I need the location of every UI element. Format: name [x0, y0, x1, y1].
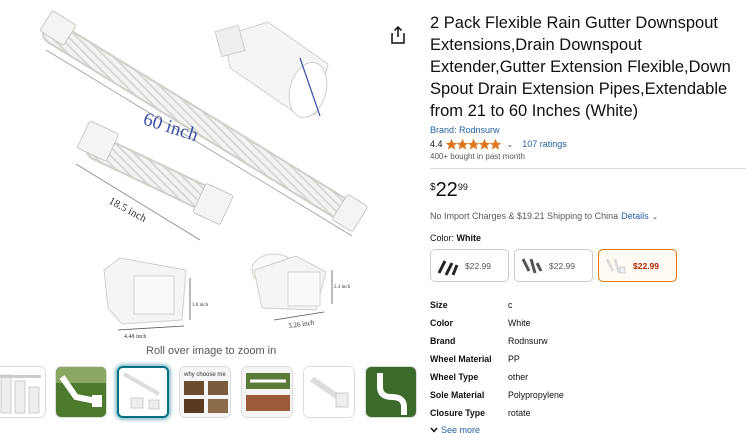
spec-row: Brand Rodnsurw [430, 332, 750, 350]
shipping-info: No Import Charges & $19.21 Shipping to C… [430, 211, 750, 221]
thumbnail-4-caption: why choose me [183, 372, 226, 378]
swatch-option-3-selected[interactable]: $22.99 [598, 249, 677, 282]
chevron-down-icon[interactable]: ⌄ [652, 212, 659, 221]
star-rating-icon[interactable] [445, 138, 502, 150]
thumbnail-strip: why choose me [0, 366, 420, 422]
share-icon[interactable] [390, 26, 406, 44]
width-label-2: 3.26 inch [288, 318, 315, 330]
height-label-1: 3.6 inch [192, 303, 209, 308]
swatch-option-1[interactable]: $22.99 [430, 249, 509, 282]
zoom-hint: Roll over image to zoom in [146, 345, 277, 357]
spec-key: Sole Material [430, 390, 485, 400]
swatch-thumbnail-icon [437, 259, 459, 276]
square-adapter-small [251, 253, 333, 321]
spec-key: Size [430, 300, 448, 310]
spec-value: Rodnsurw [508, 336, 548, 346]
spec-row: Sole Material Polypropylene [430, 386, 750, 404]
rating-value: 4.4 [430, 139, 443, 149]
brand-link[interactable]: Brand: Rodnsurw [430, 125, 500, 135]
spec-value: Polypropylene [508, 390, 564, 400]
spec-key: Wheel Type [430, 372, 479, 382]
color-label: Color: White [430, 233, 750, 243]
thumbnail-3-selected[interactable] [117, 366, 169, 418]
see-more-toggle[interactable]: See more [430, 425, 750, 435]
funnel-adapter [214, 21, 329, 118]
color-label-text: Color: [430, 233, 455, 243]
spec-key: Closure Type [430, 408, 486, 418]
main-product-image[interactable]: 60 inch 18.5 inch 4.48 inch 3.6 inch 2.4… [38, 8, 380, 348]
color-swatches: $22.99 $22.99 $22.99 [430, 249, 750, 282]
spec-key: Color [430, 318, 453, 328]
color-value: White [456, 233, 482, 243]
spec-value: rotate [508, 408, 531, 418]
ratings-count-link[interactable]: 107 ratings [522, 139, 567, 149]
width-label-1: 4.48 inch [124, 334, 146, 340]
spec-key: Wheel Material [430, 354, 492, 364]
thumbnail-6[interactable] [303, 366, 355, 418]
spec-row: Wheel Type other [430, 368, 750, 386]
spec-value: other [508, 372, 529, 382]
price: $22 99 [430, 179, 750, 203]
height-label-2: 2.4 inch [334, 285, 351, 290]
details-link[interactable]: Details [621, 211, 649, 221]
product-info: 2 Pack Flexible Rain Gutter Downspout Ex… [430, 12, 750, 435]
thumbnail-7[interactable] [365, 366, 417, 418]
spec-value: c [508, 300, 513, 310]
spec-value: White [508, 318, 531, 328]
product-title: 2 Pack Flexible Rain Gutter Downspout Ex… [430, 14, 731, 120]
thumbnail-4[interactable]: why choose me [179, 366, 231, 418]
shipping-text: No Import Charges & $19.21 Shipping to C… [430, 211, 619, 221]
price-fraction: 99 [457, 182, 468, 192]
chevron-down-icon [430, 427, 438, 433]
swatch-price: $22.99 [633, 260, 659, 271]
divider [430, 168, 746, 169]
spec-key: Brand [430, 336, 456, 346]
bought-count: 400+ bought in past month [430, 152, 525, 161]
thumbnail-1[interactable] [0, 366, 46, 418]
thumbnail-2[interactable] [55, 366, 107, 418]
spec-row: Color White [430, 314, 750, 332]
square-adapter-large [103, 257, 191, 331]
spec-row: Closure Type rotate [430, 404, 750, 422]
spec-value: PP [508, 354, 520, 364]
price-whole: 22 [435, 179, 458, 201]
spec-row: Wheel Material PP [430, 350, 750, 368]
spec-row: Size c [430, 296, 750, 314]
chevron-down-icon[interactable]: ⌄ [507, 140, 514, 149]
swatch-thumbnail-icon [521, 257, 543, 273]
short-length-label: 18.5 inch [107, 195, 149, 225]
swatch-option-2[interactable]: $22.99 [514, 249, 593, 282]
swatch-thumbnail-icon [605, 257, 626, 273]
swatch-price: $22.99 [465, 260, 491, 271]
product-specs: Size c Color White Brand Rodnsurw Wheel Mat… [430, 296, 750, 422]
thumbnail-5[interactable] [241, 366, 293, 418]
rating-row: 4.4 ⌄ 107 ratings [430, 137, 750, 151]
swatch-price: $22.99 [549, 260, 575, 271]
see-more-link[interactable]: See more [441, 425, 480, 435]
